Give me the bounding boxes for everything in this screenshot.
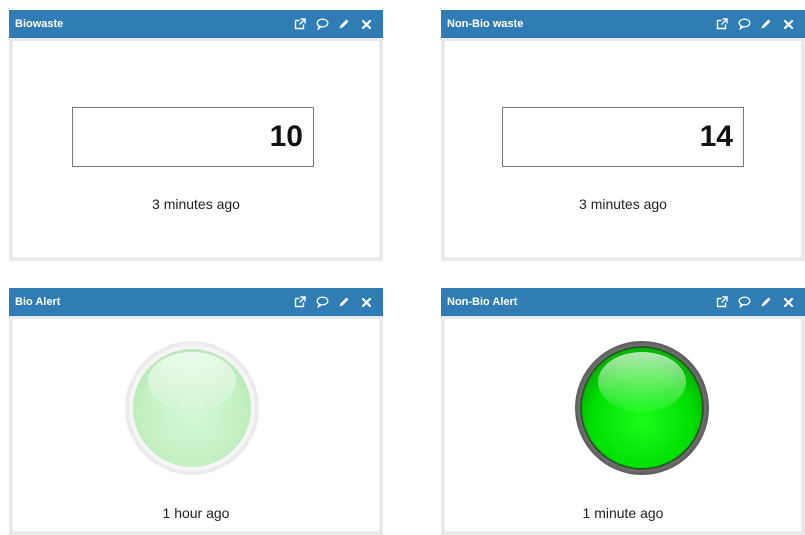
external-link-icon[interactable]: [293, 295, 307, 309]
widget-toolbar: [707, 294, 795, 310]
pencil-icon[interactable]: [337, 295, 351, 309]
value-display: 10: [72, 107, 314, 167]
widget-toolbar: [707, 16, 795, 32]
value-text: 14: [699, 120, 733, 153]
widget-header[interactable]: Non-Bio Alert: [441, 288, 805, 316]
widget-header[interactable]: Bio Alert: [9, 288, 383, 316]
last-updated-text: 3 minutes ago: [152, 196, 240, 212]
comment-icon[interactable]: [315, 295, 329, 309]
widget-bio-alert: Bio Alert 1 hour ago: [9, 288, 383, 535]
close-icon[interactable]: [359, 295, 373, 309]
pencil-icon[interactable]: [759, 295, 773, 309]
external-link-icon[interactable]: [715, 17, 729, 31]
comment-icon[interactable]: [737, 17, 751, 31]
last-updated-text: 3 minutes ago: [579, 196, 667, 212]
external-link-icon[interactable]: [293, 17, 307, 31]
close-icon[interactable]: [781, 295, 795, 309]
close-icon[interactable]: [781, 17, 795, 31]
widget-title: Bio Alert: [15, 296, 61, 308]
last-updated-text: 1 hour ago: [162, 505, 230, 521]
widget-body: 1 minute ago: [441, 316, 805, 535]
comment-icon[interactable]: [315, 17, 329, 31]
close-icon[interactable]: [359, 17, 373, 31]
last-updated-text: 1 minute ago: [582, 505, 664, 521]
led-indicator-on: [574, 340, 710, 476]
pencil-icon[interactable]: [337, 17, 351, 31]
led-indicator-off: [124, 340, 260, 476]
widget-header[interactable]: Biowaste: [9, 10, 383, 38]
comment-icon[interactable]: [737, 295, 751, 309]
widget-non-bio-waste: Non-Bio waste 14 3 minutes ago: [441, 10, 805, 261]
value-text: 10: [269, 120, 303, 153]
widget-non-bio-alert: Non-Bio Alert 1 minute ago: [441, 288, 805, 535]
widget-header[interactable]: Non-Bio waste: [441, 10, 805, 38]
widget-toolbar: [285, 294, 373, 310]
widget-title: Non-Bio waste: [447, 18, 524, 30]
widget-title: Biowaste: [15, 18, 64, 30]
external-link-icon[interactable]: [715, 295, 729, 309]
widget-title: Non-Bio Alert: [447, 296, 518, 308]
widget-biowaste: Biowaste 10 3 minutes ago: [9, 10, 383, 261]
pencil-icon[interactable]: [759, 17, 773, 31]
widget-body: 10 3 minutes ago: [9, 38, 383, 261]
widget-body: 14 3 minutes ago: [441, 38, 805, 261]
value-display: 14: [502, 107, 744, 167]
widget-toolbar: [285, 16, 373, 32]
widget-body: 1 hour ago: [9, 316, 383, 535]
